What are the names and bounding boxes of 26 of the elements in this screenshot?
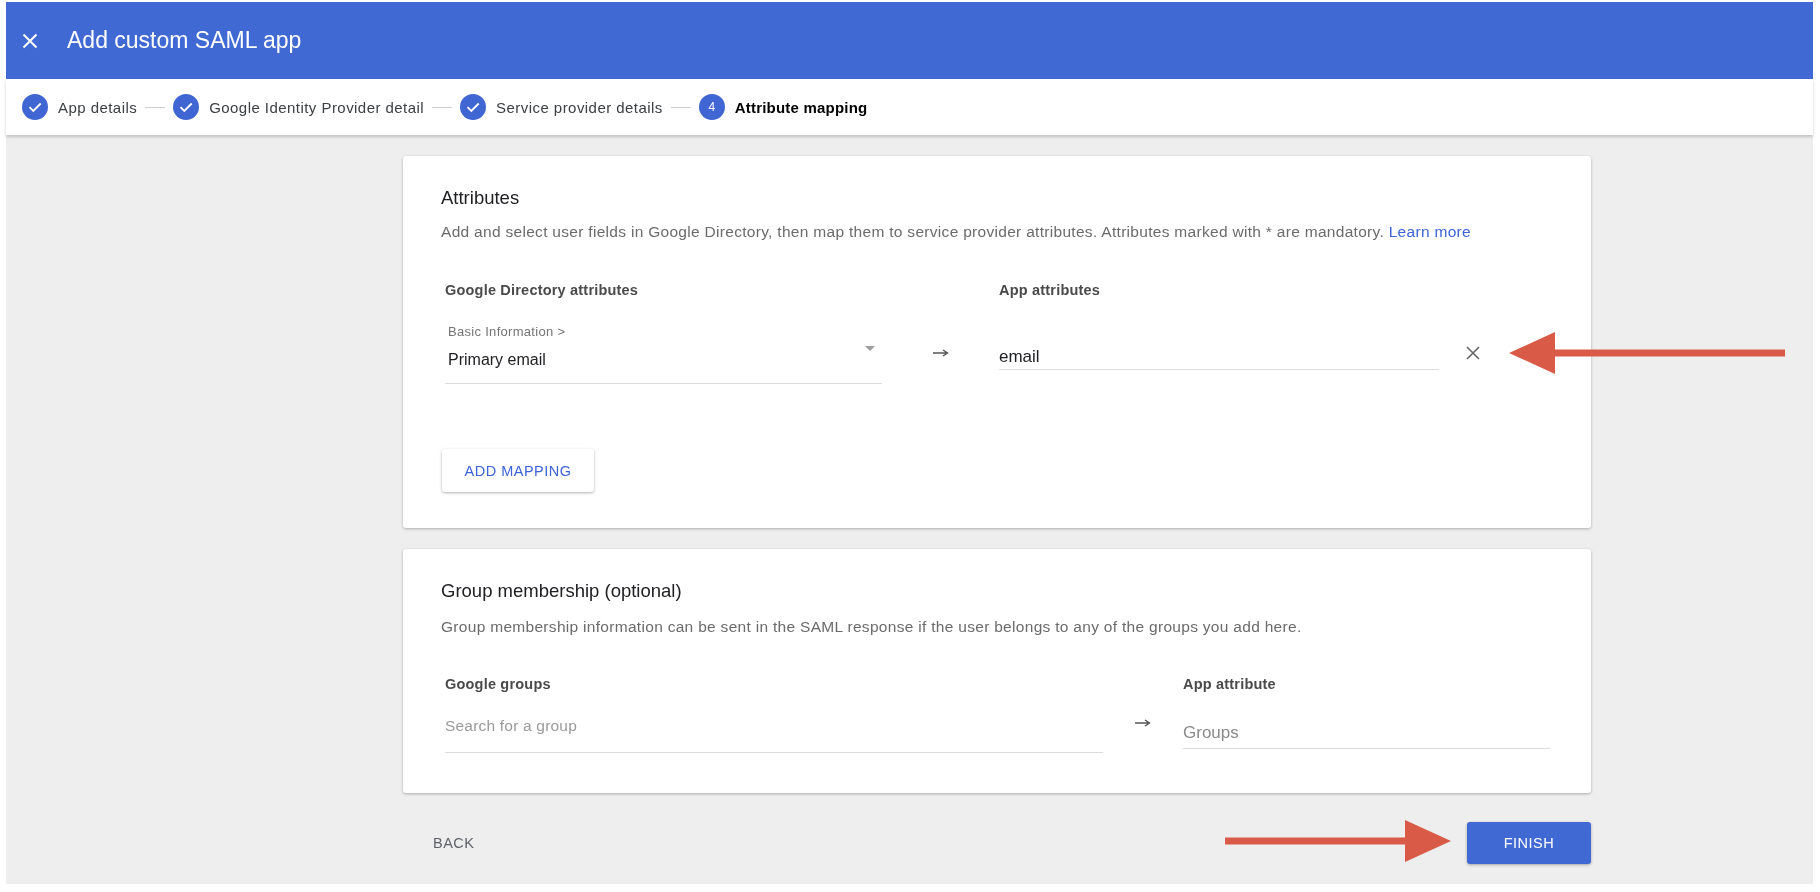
step-label: App details bbox=[58, 98, 138, 116]
learn-more-link[interactable]: Learn more bbox=[1388, 223, 1471, 240]
window-title: Add custom SAML app bbox=[67, 27, 302, 54]
step-label: Attribute mapping bbox=[734, 98, 868, 116]
card-title: Group membership (optional) bbox=[441, 579, 683, 602]
column-header: App attributes bbox=[999, 281, 1102, 300]
column-header: Google Directory attributes bbox=[445, 281, 640, 300]
caret-icon bbox=[865, 346, 875, 351]
search-field[interactable]: Search for a group bbox=[445, 716, 1103, 753]
arrow-right-icon bbox=[1135, 719, 1151, 727]
input-field[interactable]: Groups bbox=[1183, 723, 1550, 749]
text-button[interactable]: BACK bbox=[417, 822, 491, 864]
step-label: Service provider details bbox=[496, 98, 663, 116]
attribute-dropdown[interactable]: Basic Information > Primary email bbox=[445, 324, 882, 384]
arrow-right-icon bbox=[932, 349, 949, 357]
column-header: Google groups bbox=[445, 675, 552, 694]
description-text: Group membership information can be sent in the SAML response if the user belongs to any of the groups you add here. bbox=[441, 617, 1303, 637]
column-header: App attribute bbox=[1183, 675, 1277, 694]
add-mapping-button[interactable]: ADD MAPPING bbox=[442, 449, 594, 492]
step-label: Google Identity Provider detail bbox=[209, 98, 425, 116]
description-text: Add and select user fields in Google Directory, then map them to service provider attributes. Attributes marked with * are mandatory. Learn more bbox=[441, 222, 1472, 242]
card-title: Attributes bbox=[441, 186, 521, 209]
primary-button[interactable]: FINISH bbox=[1467, 822, 1591, 864]
step-number: 4 bbox=[698, 94, 725, 120]
close-icon[interactable] bbox=[1466, 346, 1480, 360]
app-attribute-field[interactable]: email bbox=[999, 344, 1439, 370]
